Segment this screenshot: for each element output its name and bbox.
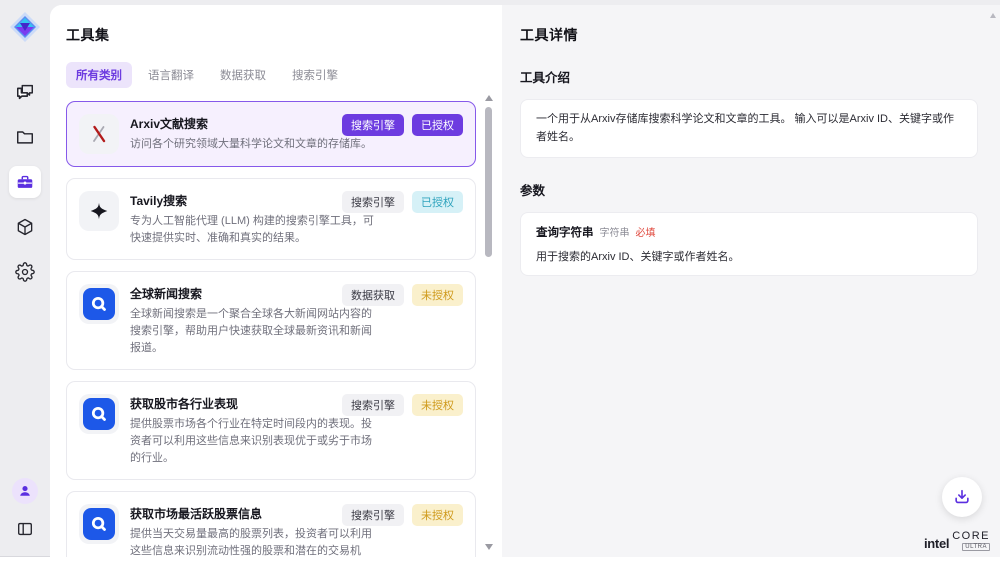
category-badge: 数据获取: [342, 284, 404, 306]
news-app-icon: [83, 288, 115, 320]
tool-card-sector-performance[interactable]: 获取股市各行业表现 提供股票市场各个行业在特定时间段内的表现。投资者可以利用这些…: [66, 381, 476, 480]
core-wordmark: CORE: [952, 530, 990, 542]
app-window: 工具集 所有类别 语言翻译 数据获取 搜索引擎 A: [0, 0, 1000, 557]
tool-details-panel: 工具详情 工具介绍 一个用于从Arxiv存储库搜索科学论文和文章的工具。 输入可…: [502, 5, 1000, 557]
ultra-badge: ULTRA: [962, 543, 990, 551]
category-badge: 搜索引擎: [342, 191, 404, 213]
tool-description: 专为人工智能代理 (LLM) 构建的搜索引擎工具，可快速提供实时、准确和真实的结…: [130, 213, 382, 247]
tools-panel: 工具集 所有类别 语言翻译 数据获取 搜索引擎 A: [50, 5, 502, 557]
tools-panel-title: 工具集: [66, 25, 502, 45]
auth-status-badge: 未授权: [412, 284, 463, 306]
news-app-icon: [83, 398, 115, 430]
tool-card-most-active-stocks[interactable]: 获取市场最活跃股票信息 提供当天交易量最高的股票列表，投资者可以利用这些信息来识…: [66, 491, 476, 557]
scroll-up-icon[interactable]: [485, 95, 493, 101]
chat-icon[interactable]: [9, 76, 41, 108]
category-badge: 搜索引擎: [342, 394, 404, 416]
tool-card-arxiv[interactable]: Arxiv文献搜索 访问各个研究领域大量科学论文和文章的存储库。 搜索引擎 已授…: [66, 101, 476, 167]
scroll-down-icon[interactable]: [485, 544, 493, 550]
parameter-description: 用于搜索的Arxiv ID、关键字或作者姓名。: [536, 248, 962, 264]
tool-list: Arxiv文献搜索 访问各个研究领域大量科学论文和文章的存储库。 搜索引擎 已授…: [66, 101, 502, 557]
tab-language-translation[interactable]: 语言翻译: [138, 62, 204, 88]
app-logo-icon: [10, 12, 40, 42]
content-shell: 工具集 所有类别 语言翻译 数据获取 搜索引擎 A: [50, 5, 1000, 557]
nav-sidebar: [0, 0, 50, 556]
tavily-star-icon: [79, 191, 119, 231]
parameter-card: 查询字符串 字符串 必填 用于搜索的Arxiv ID、关键字或作者姓名。: [520, 212, 978, 276]
settings-icon[interactable]: [9, 256, 41, 288]
auth-status-badge: 已授权: [412, 114, 463, 136]
panel-toggle-icon[interactable]: [12, 516, 38, 542]
intro-text: 一个用于从Arxiv存储库搜索科学论文和文章的工具。 输入可以是Arxiv ID…: [536, 111, 962, 146]
auth-status-badge: 未授权: [412, 394, 463, 416]
scrollbar-thumb[interactable]: [485, 107, 492, 257]
download-button[interactable]: [942, 477, 982, 517]
download-icon: [953, 488, 971, 506]
params-heading: 参数: [520, 180, 978, 199]
intel-core-logo: intel CORE ULTRA: [924, 530, 990, 551]
tool-card-global-news[interactable]: 全球新闻搜索 全球新闻搜索是一个聚合全球各大新闻网站内容的搜索引擎，帮助用户快速…: [66, 271, 476, 370]
tab-data-acquisition[interactable]: 数据获取: [210, 62, 276, 88]
panel-scroll-up-icon[interactable]: [990, 13, 996, 18]
tool-description: 全球新闻搜索是一个聚合全球各大新闻网站内容的搜索引擎，帮助用户快速获取全球最新资…: [130, 306, 382, 357]
tool-description: 提供当天交易量最高的股票列表，投资者可以利用这些信息来识别流动性强的股票和潜在的…: [130, 526, 382, 557]
folder-icon[interactable]: [9, 121, 41, 153]
user-avatar-icon[interactable]: [12, 478, 38, 504]
tool-description: 提供股票市场各个行业在特定时间段内的表现。投资者可以利用这些信息来识别表现优于或…: [130, 416, 382, 467]
category-tabs: 所有类别 语言翻译 数据获取 搜索引擎: [66, 62, 502, 88]
tool-card-tavily[interactable]: Tavily搜索 专为人工智能代理 (LLM) 构建的搜索引擎工具，可快速提供实…: [66, 178, 476, 260]
cube-icon[interactable]: [9, 211, 41, 243]
tool-list-scrollbar[interactable]: [484, 95, 494, 550]
parameter-type: 字符串: [600, 224, 630, 239]
sidebar-nav: [9, 76, 41, 288]
category-badge: 搜索引擎: [342, 114, 404, 136]
intro-card: 一个用于从Arxiv存储库搜索科学论文和文章的工具。 输入可以是Arxiv ID…: [520, 99, 978, 158]
auth-status-badge: 未授权: [412, 504, 463, 526]
tool-description: 访问各个研究领域大量科学论文和文章的存储库。: [130, 136, 382, 153]
intro-heading: 工具介绍: [520, 67, 978, 86]
intel-wordmark: intel: [924, 536, 949, 551]
parameter-required-label: 必填: [636, 224, 656, 239]
details-title: 工具详情: [520, 25, 978, 45]
arxiv-icon: [79, 114, 119, 154]
parameter-name: 查询字符串: [536, 224, 594, 240]
news-app-icon: [83, 508, 115, 540]
sidebar-bottom: [12, 478, 38, 542]
tab-all-categories[interactable]: 所有类别: [66, 62, 132, 88]
toolbox-icon[interactable]: [9, 166, 41, 198]
auth-status-badge: 已授权: [412, 191, 463, 213]
tab-search-engine[interactable]: 搜索引擎: [282, 62, 348, 88]
category-badge: 搜索引擎: [342, 504, 404, 526]
